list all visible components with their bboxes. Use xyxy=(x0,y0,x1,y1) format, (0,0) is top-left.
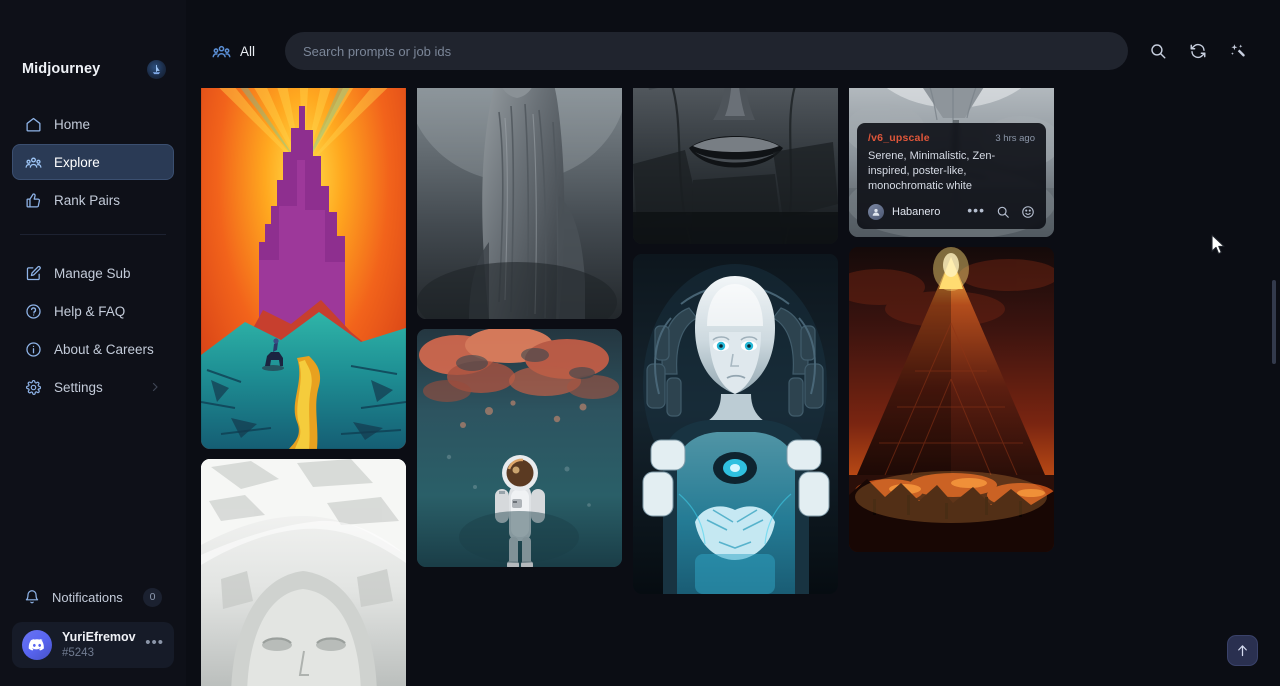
sidebar-item-label: Settings xyxy=(54,380,137,395)
artwork-cyan-android xyxy=(633,254,838,594)
home-icon xyxy=(25,116,42,133)
top-toolbar: All xyxy=(186,0,1280,88)
sidebar-spacer xyxy=(0,407,186,580)
gallery-tile[interactable] xyxy=(417,329,622,567)
notifications-count-badge: 0 xyxy=(143,588,162,607)
gear-icon xyxy=(25,379,42,396)
avatar xyxy=(868,204,884,220)
user-profile-card[interactable]: YuriEfremov #5243 ••• xyxy=(12,622,174,668)
artwork-volcanic-pyramid xyxy=(849,247,1054,552)
more-horizontal-icon[interactable]: ••• xyxy=(967,203,985,221)
info-circle-icon xyxy=(25,341,42,358)
bell-icon xyxy=(24,589,40,605)
toolbar-actions xyxy=(1142,35,1254,67)
sidebar-item-explore[interactable]: Explore xyxy=(12,144,174,180)
job-timestamp: 3 hrs ago xyxy=(995,133,1035,144)
notifications-label: Notifications xyxy=(52,590,123,605)
sidebar-item-label: Rank Pairs xyxy=(54,193,161,208)
overlay-footer: Habanero ••• xyxy=(868,203,1035,221)
nav-divider xyxy=(20,234,166,235)
smiley-icon[interactable] xyxy=(1021,205,1035,219)
filter-all-button[interactable]: All xyxy=(204,36,263,67)
sidebar-item-manage-sub[interactable]: Manage Sub xyxy=(12,255,174,291)
sparkle-wand-icon[interactable] xyxy=(1222,35,1254,67)
sidebar-item-label: Home xyxy=(54,117,161,132)
artwork-underwater-astronaut xyxy=(417,329,622,567)
sidebar-item-home[interactable]: Home xyxy=(12,106,174,142)
sidebar: Midjourney Home xyxy=(0,0,186,686)
sail-boat-icon[interactable] xyxy=(147,60,166,79)
secondary-nav: Manage Sub Help & FAQ xyxy=(0,247,186,407)
search-bar[interactable] xyxy=(285,32,1128,70)
search-input[interactable] xyxy=(303,44,1112,59)
job-author-name[interactable]: Habanero xyxy=(892,206,940,218)
notifications-row[interactable]: Notifications 0 xyxy=(12,580,174,614)
sidebar-item-help-faq[interactable]: Help & FAQ xyxy=(12,293,174,329)
overlay-actions: ••• xyxy=(967,203,1035,221)
thumbs-up-icon xyxy=(25,192,42,209)
question-circle-icon xyxy=(25,303,42,320)
edit-square-icon xyxy=(25,265,42,282)
user-meta: YuriEfremov #5243 xyxy=(62,630,135,660)
explore-people-icon xyxy=(212,42,231,61)
gallery-viewport[interactable]: /v6_upscale 3 hrs ago Serene, Minimalist… xyxy=(186,0,1280,686)
brand-row: Midjourney xyxy=(0,40,186,98)
gallery-tile[interactable] xyxy=(633,254,838,594)
scroll-to-top-button[interactable] xyxy=(1227,635,1258,666)
gallery-tile[interactable] xyxy=(201,459,406,686)
gallery-column xyxy=(417,0,622,686)
search-icon[interactable] xyxy=(1142,35,1174,67)
overlay-header: /v6_upscale 3 hrs ago xyxy=(868,132,1035,144)
main-content: /v6_upscale 3 hrs ago Serene, Minimalist… xyxy=(186,0,1280,686)
user-name: YuriEfremov xyxy=(62,630,135,646)
image-info-overlay[interactable]: /v6_upscale 3 hrs ago Serene, Minimalist… xyxy=(857,123,1046,229)
sidebar-item-rank-pairs[interactable]: Rank Pairs xyxy=(12,182,174,218)
vertical-scrollbar[interactable] xyxy=(1272,280,1276,364)
sidebar-item-about-careers[interactable]: About & Careers xyxy=(12,331,174,367)
job-command-tag[interactable]: /v6_upscale xyxy=(868,132,930,144)
sidebar-item-label: Help & FAQ xyxy=(54,304,161,319)
app-title: Midjourney xyxy=(22,61,100,77)
sidebar-item-settings[interactable]: Settings xyxy=(12,369,174,405)
gallery-tile[interactable] xyxy=(849,247,1054,552)
user-tag: #5243 xyxy=(62,646,135,660)
refresh-icon[interactable] xyxy=(1182,35,1214,67)
job-prompt-text: Serene, Minimalistic, Zen-inspired, post… xyxy=(868,149,1035,194)
more-horizontal-icon[interactable]: ••• xyxy=(145,635,164,655)
gallery-grid: /v6_upscale 3 hrs ago Serene, Minimalist… xyxy=(201,0,1071,686)
chevron-right-icon xyxy=(149,381,161,393)
gallery-column: /v6_upscale 3 hrs ago Serene, Minimalist… xyxy=(849,0,1054,686)
gallery-column xyxy=(633,0,838,686)
sidebar-item-label: About & Careers xyxy=(54,342,161,357)
sidebar-item-label: Manage Sub xyxy=(54,266,161,281)
sidebar-item-label: Explore xyxy=(54,155,161,170)
discord-icon xyxy=(22,630,52,660)
artwork-snow-bust xyxy=(201,459,406,686)
search-icon[interactable] xyxy=(996,205,1010,219)
filter-label: All xyxy=(240,44,255,59)
gallery-column xyxy=(201,0,406,686)
explore-people-icon xyxy=(25,154,42,171)
primary-nav: Home Explore xyxy=(0,98,186,220)
